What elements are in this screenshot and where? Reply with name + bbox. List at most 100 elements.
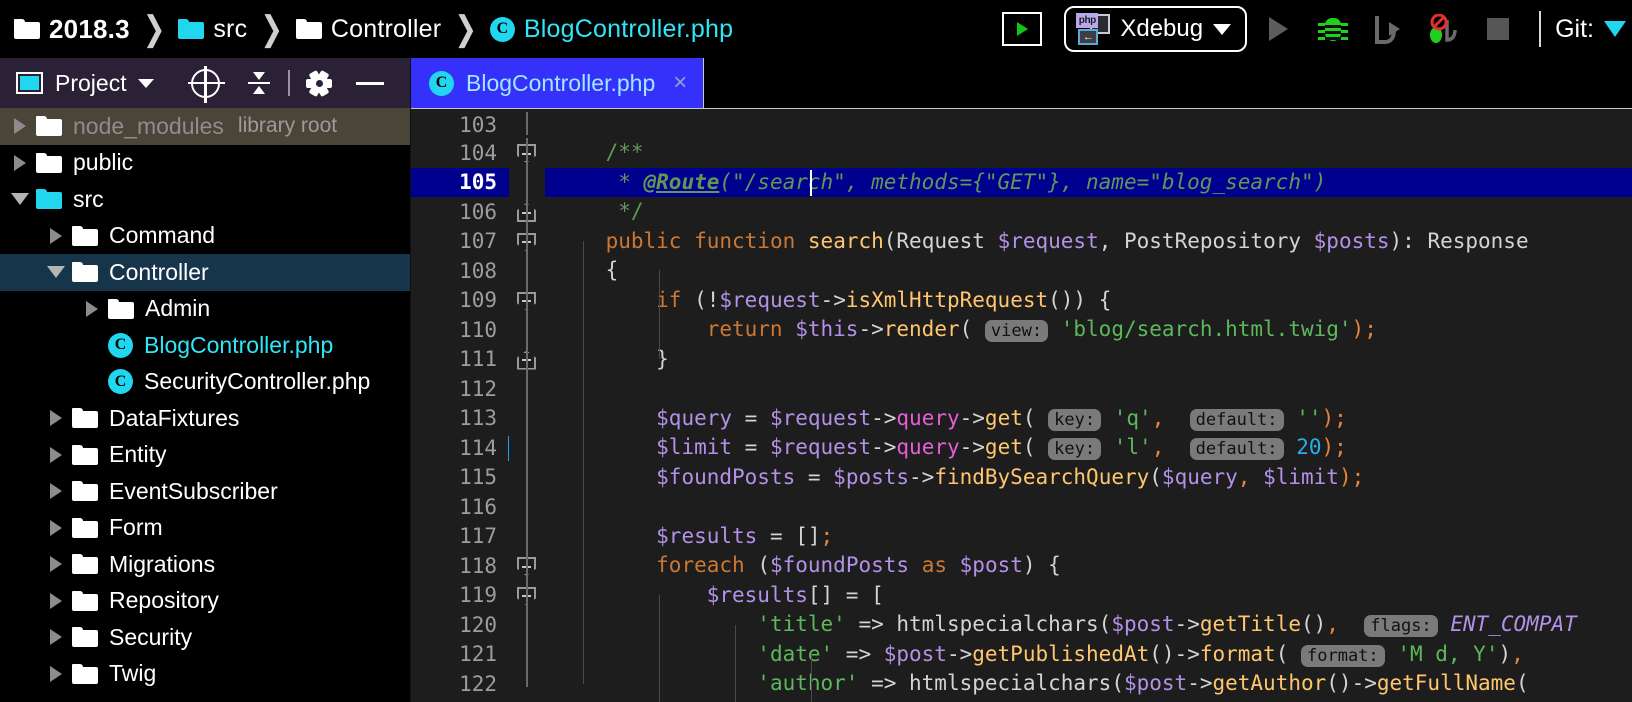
line-number[interactable]: 110 [411, 315, 509, 345]
code-line-108[interactable]: { [545, 256, 1632, 286]
run-configuration-selector[interactable]: php ← Xdebug [1064, 6, 1248, 52]
code-line-106[interactable]: */ [545, 197, 1632, 227]
line-number[interactable]: 117 [411, 522, 509, 552]
line-number[interactable]: 122 [411, 669, 509, 699]
bug-green-icon[interactable] [1318, 14, 1349, 44]
tree-item-node-modules[interactable]: node_modules library root [0, 108, 410, 145]
project-tree[interactable]: node_modules library root public src Command… [0, 108, 410, 702]
code-editor[interactable]: 103 104 105 106 107 108 109 110 111 112 113 114 115 1… [411, 109, 1632, 702]
code-content[interactable]: /** * @Route("/search", methods={"GET"},… [545, 109, 1632, 702]
chevron-down-icon[interactable] [44, 266, 68, 279]
line-number[interactable]: 107 [411, 227, 509, 257]
breadcrumb-item-controller[interactable]: Controller [295, 14, 442, 44]
tree-item-label: Repository [109, 587, 219, 614]
code-line-123[interactable] [545, 699, 1632, 702]
line-number[interactable]: 108 [411, 256, 509, 286]
code-line-115[interactable]: $foundPosts = $posts->findBySearchQuery(… [545, 463, 1632, 493]
tab-blogcontroller[interactable]: C BlogController.php × [411, 58, 705, 108]
line-number[interactable]: 105 [411, 167, 509, 197]
chevron-right-icon[interactable] [8, 118, 32, 135]
target-icon[interactable] [188, 65, 225, 103]
code-line-117[interactable]: $results = []; [545, 522, 1632, 552]
line-number[interactable]: 103 [411, 112, 509, 138]
breadcrumb-label: Controller [330, 14, 442, 43]
code-line-113[interactable]: $query = $request->query->get( key: 'q',… [545, 404, 1632, 434]
chevron-down-icon[interactable] [137, 78, 154, 88]
chevron-right-icon[interactable] [44, 629, 68, 646]
tree-item-controller[interactable]: Controller [0, 254, 410, 291]
bug-muted-icon[interactable] [1425, 13, 1459, 44]
line-number[interactable]: 123 [411, 699, 509, 702]
breadcrumb-item-src[interactable]: src [178, 15, 247, 44]
line-number[interactable]: 111 [411, 345, 509, 375]
line-number[interactable]: 118 [411, 551, 509, 581]
code-line-109[interactable]: if (!$request->isXmlHttpRequest()) { [545, 286, 1632, 316]
tree-item-src[interactable]: src [0, 181, 410, 218]
chevron-right-icon[interactable] [44, 446, 68, 463]
chevron-right-icon[interactable] [44, 519, 68, 536]
chevron-right-icon[interactable] [44, 592, 68, 609]
tree-item-security[interactable]: Security [0, 619, 410, 656]
step-arrow-icon[interactable] [1374, 14, 1401, 44]
tree-item-eventsubscriber[interactable]: EventSubscriber [0, 473, 410, 510]
code-line-118[interactable]: foreach ($foundPosts as $post) { [545, 551, 1632, 581]
code-line-112[interactable] [545, 374, 1632, 404]
line-number[interactable]: 115 [411, 463, 509, 493]
chevron-right-icon[interactable] [80, 300, 104, 317]
code-line-111[interactable]: } [545, 345, 1632, 375]
tree-item-repository[interactable]: Repository [0, 583, 410, 620]
line-number[interactable]: 112 [411, 374, 509, 404]
chevron-right-icon[interactable] [44, 227, 68, 244]
code-line-120[interactable]: 'title' => htmlspecialchars($post->getTi… [545, 610, 1632, 640]
run-boxed-button[interactable] [1002, 12, 1043, 46]
tree-item-securitycontroller-php[interactable]: C SecurityController.php [0, 364, 410, 401]
code-line-104[interactable]: /** [545, 138, 1632, 168]
chevron-right-icon[interactable] [44, 410, 68, 427]
tree-item-migrations[interactable]: Migrations [0, 546, 410, 583]
code-line-105[interactable]: * @Route("/search", methods={"GET"}, nam… [545, 167, 1632, 197]
tree-item-form[interactable]: Form [0, 510, 410, 547]
code-line-116[interactable] [545, 492, 1632, 522]
code-line-114[interactable]: $limit = $request->query->get( key: 'l',… [545, 433, 1632, 463]
minus-icon[interactable] [356, 81, 384, 85]
line-number[interactable]: 109 [411, 286, 509, 316]
tree-item-entity[interactable]: Entity [0, 437, 410, 474]
code-line-103[interactable] [545, 112, 1632, 138]
line-number-label: 121 [459, 642, 497, 667]
line-number[interactable]: 106 [411, 197, 509, 227]
chevron-right-icon[interactable] [44, 483, 68, 500]
code-line-119[interactable]: $results[] = [ [545, 581, 1632, 611]
line-number[interactable]: 114 [411, 433, 521, 463]
breadcrumb-item-file[interactable]: C BlogController.php [489, 15, 733, 44]
code-line-107[interactable]: public function search(Request $request,… [545, 227, 1632, 257]
line-number[interactable]: 120 [411, 610, 509, 640]
stop-square-icon[interactable] [1487, 18, 1510, 40]
tree-item-blogcontroller-php[interactable]: C BlogController.php [0, 327, 410, 364]
close-icon[interactable]: × [673, 71, 687, 95]
tree-item-twig[interactable]: Twig [0, 656, 410, 693]
code-line-121[interactable]: 'date' => $post->getPublishedAt()->forma… [545, 640, 1632, 670]
chevron-right-icon[interactable] [44, 665, 68, 682]
tree-item-command[interactable]: Command [0, 218, 410, 255]
code-folding-gutter[interactable] [509, 109, 545, 702]
line-number[interactable]: 121 [411, 640, 509, 670]
play-gray-icon[interactable] [1269, 17, 1289, 41]
tree-item-datafixtures[interactable]: DataFixtures [0, 400, 410, 437]
line-number[interactable]: 119 [411, 581, 509, 611]
code-line-122[interactable]: 'author' => htmlspecialchars($post->getA… [545, 669, 1632, 699]
code-line-110[interactable]: return $this->render( view: 'blog/search… [545, 315, 1632, 345]
chevron-right-icon[interactable] [44, 556, 68, 573]
line-number[interactable]: 104 [411, 138, 509, 168]
chevron-right-icon[interactable] [8, 154, 32, 171]
chevron-down-icon[interactable] [8, 193, 32, 206]
line-number[interactable]: 113 [411, 404, 509, 434]
line-number[interactable]: 116 [411, 492, 509, 522]
collapse-all-icon[interactable] [246, 70, 272, 96]
line-number-gutter[interactable]: 103 104 105 106 107 108 109 110 111 112 113 114 115 1… [411, 109, 521, 702]
breadcrumb-item-project[interactable]: 2018.3 [14, 14, 130, 45]
git-update-icon[interactable] [1604, 21, 1626, 37]
tree-item-admin[interactable]: Admin [0, 291, 410, 328]
gear-icon[interactable] [306, 69, 332, 97]
tree-item-public[interactable]: public [0, 145, 410, 182]
line-number-label: 119 [459, 583, 497, 608]
